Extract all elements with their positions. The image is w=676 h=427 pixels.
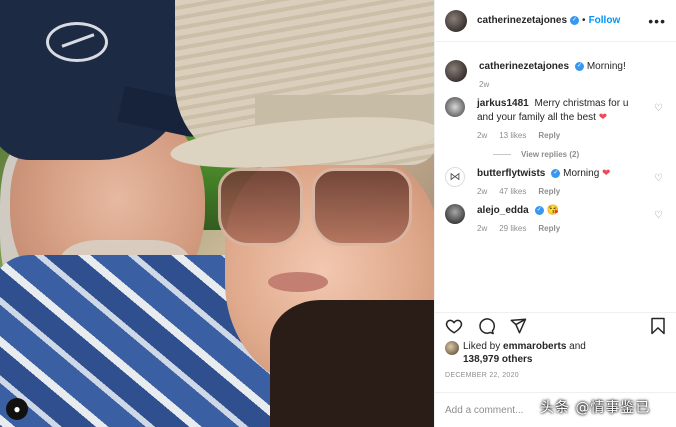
- comment-icon[interactable]: [477, 317, 495, 335]
- follow-button[interactable]: Follow: [589, 15, 621, 26]
- comment-text: Morning: [563, 168, 600, 179]
- author-avatar[interactable]: [445, 9, 467, 32]
- view-replies-button[interactable]: View replies (2): [493, 150, 667, 159]
- heart-icon[interactable]: [445, 317, 463, 335]
- verified-badge-icon: ✓: [534, 205, 544, 215]
- comment-like-heart-icon[interactable]: ♡: [654, 210, 663, 221]
- photo-sunglasses-left: [218, 168, 303, 246]
- post-header: catherinezetajones ✓ • Follow •••: [435, 0, 676, 42]
- post-photo[interactable]: ●: [0, 0, 434, 427]
- reply-button[interactable]: Reply: [538, 224, 560, 233]
- likes-prefix: Liked by: [463, 341, 501, 352]
- caption-text: Morning!: [586, 61, 626, 72]
- reply-button[interactable]: Reply: [538, 187, 560, 196]
- action-bar: [435, 312, 676, 338]
- header-separator: •: [582, 15, 586, 26]
- comment-emoji: 😘: [546, 205, 559, 216]
- photo-sunglasses-right: [312, 168, 412, 246]
- comment-time[interactable]: 2w: [477, 131, 487, 140]
- photo-woman-hair: [270, 300, 434, 427]
- comment-time[interactable]: 2w: [477, 187, 487, 196]
- caption: catherinezetajones ✓ Morning! 2w: [445, 60, 667, 89]
- photo-woman-lips: [268, 272, 328, 292]
- likes-joiner: and: [569, 341, 586, 352]
- tagged-users-icon[interactable]: ●: [6, 398, 28, 420]
- comment-item: ⋈ butterflytwists ✓ Morning ❤ 2w 47 likes…: [445, 167, 667, 196]
- comment-username[interactable]: alejo_edda: [477, 205, 529, 216]
- post-side-panel: catherinezetajones ✓ • Follow ••• cather…: [434, 0, 676, 427]
- comments-list[interactable]: catherinezetajones ✓ Morning! 2w jarkus14…: [435, 52, 676, 305]
- red-heart-emoji: ❤: [598, 112, 608, 123]
- comment-time[interactable]: 2w: [477, 224, 487, 233]
- commenter-avatar[interactable]: [445, 204, 465, 224]
- more-options-icon[interactable]: •••: [648, 13, 666, 29]
- comment-likes[interactable]: 47 likes: [499, 187, 526, 196]
- comment-item: jarkus1481 Merry christmas for u and you…: [445, 97, 667, 140]
- commenter-avatar[interactable]: [445, 97, 465, 117]
- liker-avatar[interactable]: [445, 341, 459, 355]
- comment-username[interactable]: jarkus1481: [477, 98, 529, 109]
- share-icon[interactable]: [509, 317, 527, 335]
- likes-summary: Liked by emmaroberts and 138,979 others: [445, 340, 670, 366]
- reply-button[interactable]: Reply: [538, 131, 560, 140]
- post-date[interactable]: DECEMBER 22, 2020: [445, 372, 519, 379]
- comment-like-heart-icon[interactable]: ♡: [654, 173, 663, 184]
- commenter-avatar[interactable]: ⋈: [445, 167, 465, 187]
- verified-badge-icon: ✓: [551, 168, 561, 178]
- watermark: 头条 @情事鉴已: [540, 400, 651, 416]
- caption-time[interactable]: 2w: [479, 80, 489, 89]
- comment-likes[interactable]: 13 likes: [499, 131, 526, 140]
- verified-badge-icon: ✓: [575, 61, 585, 71]
- verified-badge-icon: ✓: [570, 16, 580, 25]
- add-comment-input[interactable]: [445, 404, 535, 416]
- comment-username[interactable]: butterflytwists: [477, 168, 545, 179]
- caption-username[interactable]: catherinezetajones: [479, 61, 569, 72]
- bookmark-icon[interactable]: [649, 317, 667, 335]
- comment-like-heart-icon[interactable]: ♡: [654, 103, 663, 114]
- likes-count[interactable]: 138,979 others: [463, 354, 533, 365]
- author-username[interactable]: catherinezetajones: [477, 15, 567, 26]
- comment-item: alejo_edda ✓ 😘 2w 29 likes Reply ♡: [445, 204, 667, 233]
- red-heart-emoji: ❤: [602, 168, 611, 179]
- liker-username[interactable]: emmaroberts: [503, 341, 566, 352]
- photo-cap-logo: [46, 22, 108, 62]
- comment-likes[interactable]: 29 likes: [499, 224, 526, 233]
- caption-avatar[interactable]: [445, 60, 467, 82]
